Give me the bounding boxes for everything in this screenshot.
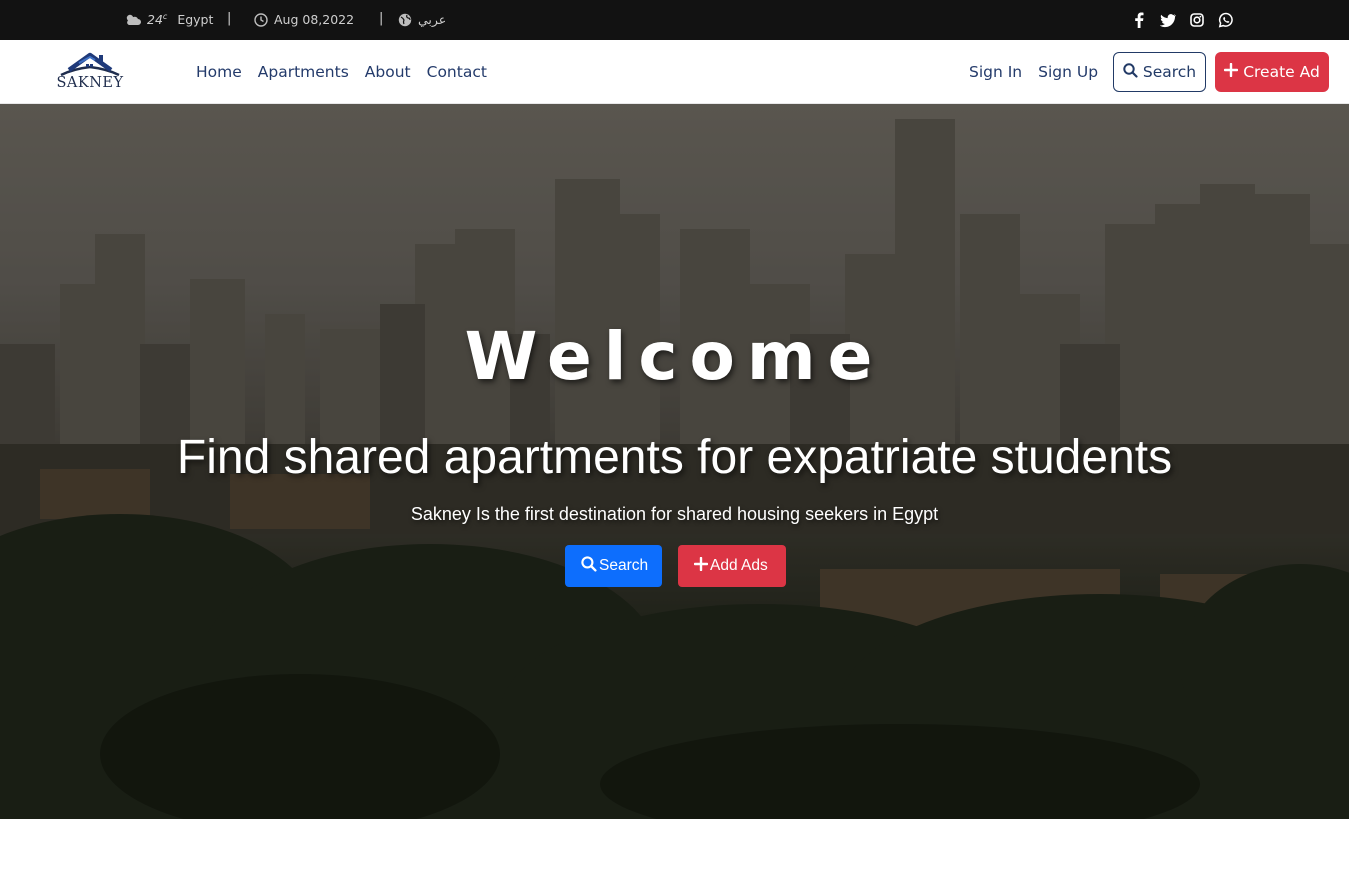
house-logo-icon xyxy=(60,52,120,77)
create-ad-button[interactable]: Create Ad xyxy=(1215,52,1329,92)
location-label: Egypt xyxy=(177,12,214,28)
create-ad-label: Create Ad xyxy=(1243,63,1320,81)
hero-actions: Search Add Ads xyxy=(565,545,786,587)
hero-headline: Find shared apartments for expatriate st… xyxy=(176,431,1173,484)
sign-up-link[interactable]: Sign Up xyxy=(1038,63,1098,81)
instagram-icon[interactable] xyxy=(1189,11,1205,29)
search-button-label: Search xyxy=(1142,63,1197,81)
hero-search-label: Search xyxy=(599,557,649,574)
nav-links: Home Apartments About Contact xyxy=(196,63,487,81)
twitter-icon[interactable] xyxy=(1160,11,1176,29)
sign-in-link[interactable]: Sign In xyxy=(969,63,1022,81)
separator: | xyxy=(379,11,384,26)
date-label: Aug 08,2022 xyxy=(274,12,355,27)
language-switch[interactable]: عربي xyxy=(398,12,446,27)
hero-title: Welcome xyxy=(464,318,885,395)
nav-link-about[interactable]: About xyxy=(365,63,411,81)
clock-icon xyxy=(254,12,268,27)
search-icon xyxy=(1123,62,1138,82)
search-button[interactable]: Search xyxy=(1113,52,1206,92)
auth-links: Sign In Sign Up xyxy=(969,63,1098,81)
search-icon xyxy=(581,555,597,577)
nav-link-contact[interactable]: Contact xyxy=(427,63,487,81)
plus-icon xyxy=(1223,62,1239,81)
main-navbar: SAKNEY Home Apartments About Contact Sig… xyxy=(0,40,1349,104)
social-links xyxy=(1131,11,1234,29)
temperature-value: 24c xyxy=(147,12,168,28)
hero-search-button[interactable]: Search xyxy=(565,545,662,587)
separator: | xyxy=(227,11,232,26)
logo-text: SAKNEY xyxy=(56,75,124,91)
facebook-icon[interactable] xyxy=(1131,11,1147,29)
globe-icon xyxy=(398,13,412,27)
top-info-bar: 24c Egypt | Aug 08,2022 | عربي xyxy=(0,0,1349,40)
nav-link-apartments[interactable]: Apartments xyxy=(258,63,349,81)
hero-add-ads-label: Add Ads xyxy=(710,557,768,574)
cloud-sun-icon xyxy=(124,13,141,27)
weather-info: 24c Egypt xyxy=(124,12,213,27)
date-info: Aug 08,2022 xyxy=(254,12,354,27)
whatsapp-icon[interactable] xyxy=(1218,11,1234,29)
hero-subline: Sakney Is the first destination for shar… xyxy=(410,504,939,524)
sakney-logo[interactable]: SAKNEY xyxy=(53,51,127,91)
plus-icon xyxy=(693,556,709,576)
language-label[interactable]: عربي xyxy=(418,12,446,27)
hero-add-ads-button[interactable]: Add Ads xyxy=(678,545,786,587)
hero-section: Welcome Find shared apartments for expat… xyxy=(0,104,1349,819)
nav-link-home[interactable]: Home xyxy=(196,63,242,81)
